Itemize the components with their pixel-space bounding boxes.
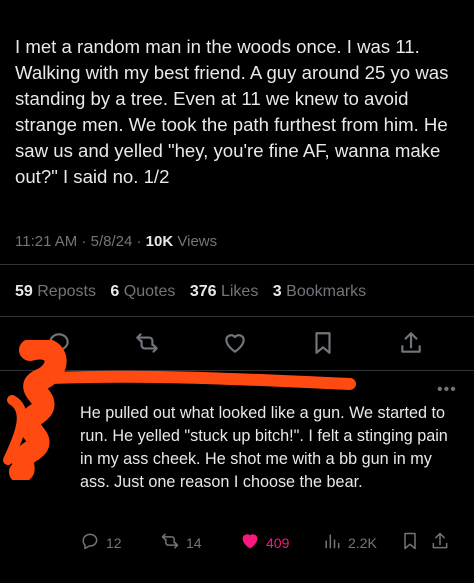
post-date[interactable]: 5/8/24	[91, 233, 133, 250]
share-icon	[430, 531, 450, 554]
divider	[0, 316, 474, 317]
engagement-stats: 59 Reposts 6 Quotes 376 Likes 3 Bookmark…	[15, 283, 376, 301]
post-meta: 11:21 AM · 5/8/24 · 10K Views	[15, 233, 218, 250]
share-icon[interactable]	[398, 330, 424, 356]
bookmarks-stat[interactable]: 3 Bookmarks	[273, 283, 366, 300]
reposts-stat[interactable]: 59 Reposts	[15, 283, 96, 300]
divider	[0, 264, 474, 265]
reply-bookmark[interactable]	[400, 531, 420, 554]
reply-replies[interactable]: 12	[80, 531, 122, 554]
reply-reposts[interactable]: 14	[160, 531, 202, 554]
reply-icon	[80, 531, 100, 554]
post-text: I met a random man in the woods once. I …	[15, 36, 449, 187]
views-count: 10K	[145, 233, 174, 250]
views-icon	[322, 531, 342, 554]
reply-likes[interactable]: 409	[240, 531, 289, 554]
more-options-icon[interactable]: •••	[437, 381, 457, 399]
like-icon	[240, 531, 260, 554]
redaction-scribble	[3, 340, 356, 480]
reply-share[interactable]	[430, 531, 450, 554]
bookmark-icon	[400, 531, 420, 554]
post-time[interactable]: 11:21 AM	[15, 233, 77, 250]
views-label: Views	[177, 233, 218, 250]
quotes-stat[interactable]: 6 Quotes	[110, 283, 175, 300]
reply-views[interactable]: 2.2K	[322, 531, 377, 554]
likes-stat[interactable]: 376 Likes	[190, 283, 259, 300]
repost-icon	[160, 531, 180, 554]
